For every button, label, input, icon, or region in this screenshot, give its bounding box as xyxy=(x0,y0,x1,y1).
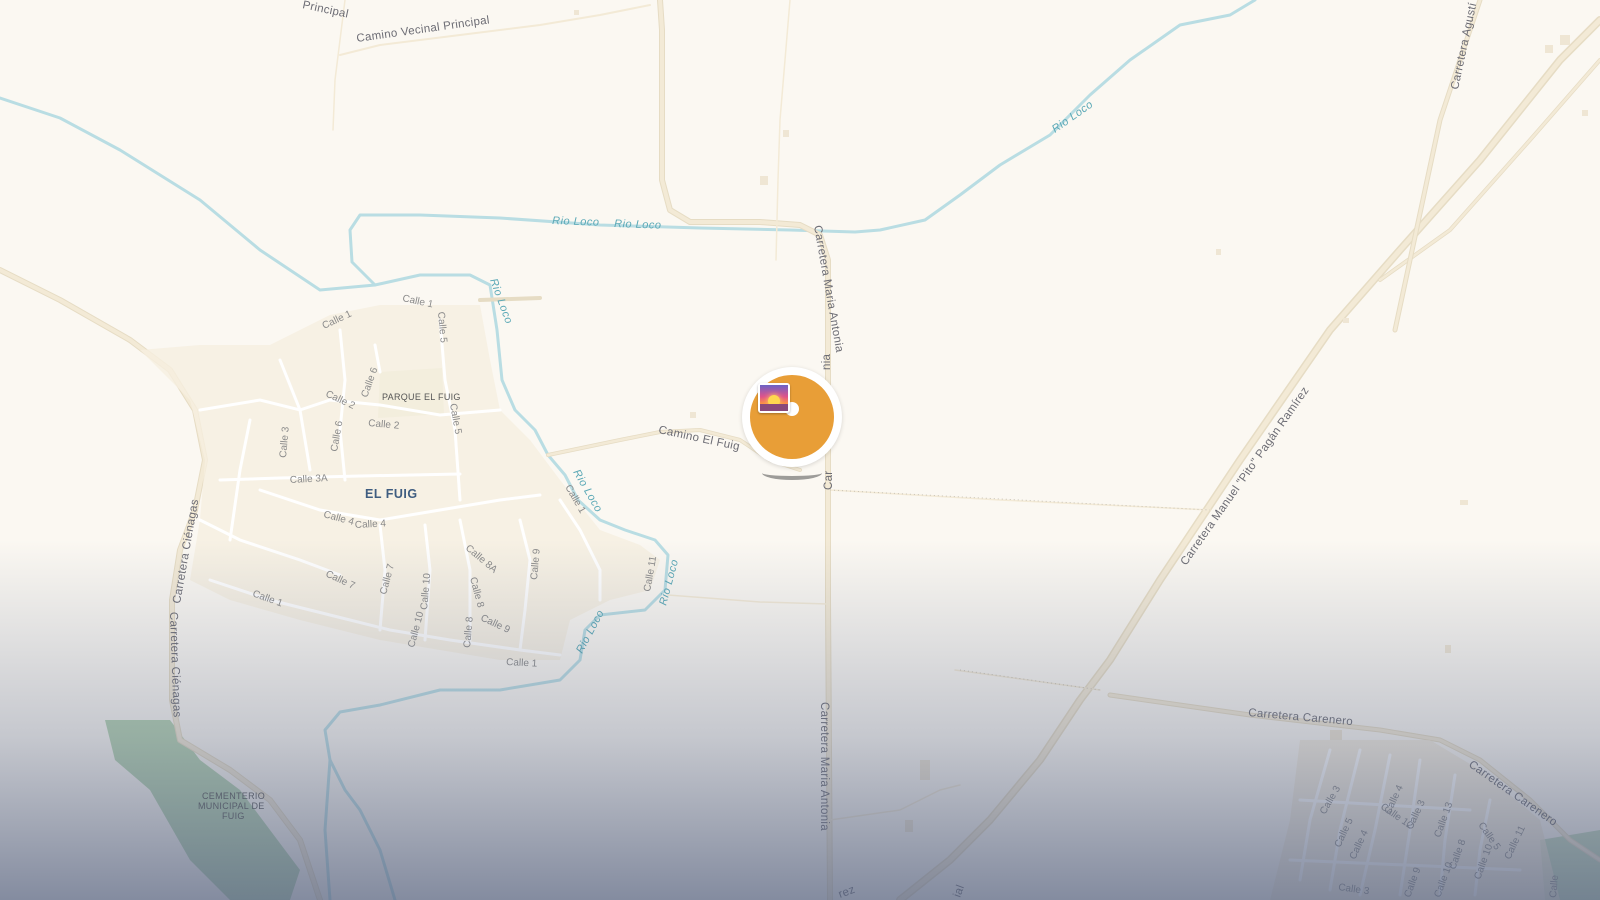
map-canvas[interactable]: Principal Camino Vecinal Principal Carre… xyxy=(0,0,1600,900)
marker-shadow xyxy=(762,466,822,480)
label-street-se: Calle xyxy=(1548,874,1561,898)
label-street: Calle 1 xyxy=(506,657,538,670)
label-river-1: Rio Loco xyxy=(552,215,600,229)
label-street: Calle 3A xyxy=(290,473,329,486)
photo-location-marker[interactable] xyxy=(742,367,842,480)
label-street: Calle 4 xyxy=(355,518,387,531)
label-cemetery-3: FUIG xyxy=(222,811,245,821)
label-maria-antonia-bottom: Carretera Maria Antonia xyxy=(818,702,830,831)
label-park: PARQUE EL FUIG xyxy=(382,392,461,402)
label-cemetery-2: MUNICIPAL DE xyxy=(198,801,265,811)
label-cemetery-1: CEMENTERIO xyxy=(202,791,265,801)
sunset-photo-icon xyxy=(758,383,790,413)
label-town: EL FUIG xyxy=(365,487,418,501)
label-maria-antonia-marker: Car xyxy=(823,471,835,490)
label-river-2: Rio Loco xyxy=(614,218,662,232)
